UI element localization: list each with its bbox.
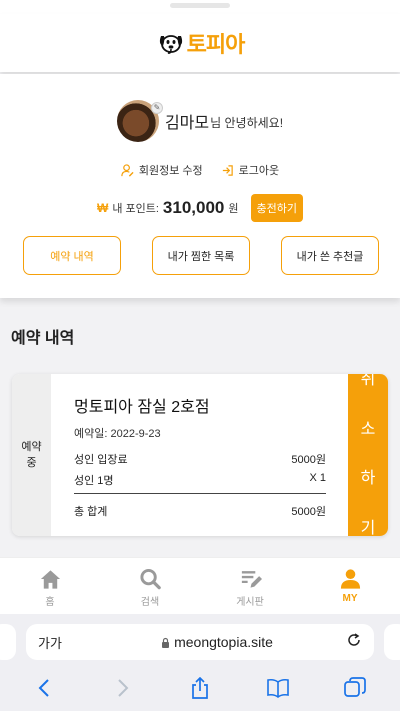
my-tabs: 예약 내역 내가 찜한 목록 내가 쓴 추천글 [23, 236, 379, 275]
logout-link[interactable]: 로그아웃 [221, 162, 279, 178]
bottom-nav: 홈 검색 게시판 MY [0, 557, 400, 614]
text-size-button[interactable]: 가가 [38, 633, 88, 652]
total-value: 5000원 [291, 506, 326, 518]
line-item-value: X 1 [309, 472, 326, 484]
lock-icon [162, 637, 170, 648]
search-icon [139, 568, 161, 590]
dog-logo-icon [159, 35, 182, 54]
edit-profile-link[interactable]: 회원정보 수정 [121, 162, 203, 178]
points-label: 내 포인트: [112, 203, 159, 215]
back-icon[interactable] [34, 677, 56, 699]
nav-label: 홈 [45, 597, 55, 608]
avatar[interactable]: ✎ [116, 100, 163, 142]
greeting-suffix: 님 안녕하세요! [210, 116, 284, 130]
won-icon: ₩ [97, 201, 109, 215]
nav-home[interactable]: 홈 [0, 558, 100, 614]
points-unit: 원 [228, 203, 239, 215]
cancel-reservation-button[interactable]: 취 소 하 기 [348, 374, 388, 536]
cancel-char: 기 [360, 520, 376, 536]
prev-tab-edge[interactable] [0, 624, 16, 660]
reservation-place: 멍토피아 잠실 2호점 [74, 399, 210, 416]
reservation-status: 예약 중 [12, 374, 51, 536]
avatar-edit-icon[interactable]: ✎ [150, 102, 163, 114]
bookmarks-icon[interactable] [266, 677, 289, 699]
nav-board[interactable]: 게시판 [200, 558, 300, 614]
top-pill [170, 3, 230, 8]
browser-address-area: 가가 meongtopia.site [0, 614, 400, 670]
charge-button[interactable]: 충전하기 [250, 194, 303, 222]
reservation-date: 예약일: 2022-9-23 [74, 428, 161, 440]
user-name: 김마모 [164, 115, 210, 132]
status-strip [0, 0, 400, 14]
account-links: 회원정보 수정 로그아웃 [0, 162, 400, 178]
total-row: 총 합계 5000원 [74, 503, 326, 519]
cancel-char: 취 [360, 374, 376, 389]
next-tab-edge[interactable] [384, 624, 400, 660]
address-bar[interactable]: 가가 meongtopia.site [26, 624, 374, 660]
logo[interactable]: 토피아 [156, 27, 245, 59]
tab-favorites[interactable]: 내가 찜한 목록 [152, 236, 250, 275]
total-label: 총 합계 [74, 506, 108, 518]
nav-my[interactable]: MY [300, 558, 400, 614]
section-title: 예약 내역 [11, 330, 75, 347]
line-item-value: 5000원 [291, 454, 326, 466]
profile-card: ✎ 김마모 님 안녕하세요! 회원정보 수정 로그아웃 ₩ 내 포인트: 310… [0, 74, 400, 298]
cancel-char: 하 [360, 470, 376, 488]
reservation-body: 멍토피아 잠실 2호점 예약일: 2022-9-23 성인 입장료 5000원 … [74, 374, 326, 536]
browser-toolbar [0, 670, 400, 711]
home-icon [40, 570, 60, 589]
reload-icon [348, 632, 360, 646]
status-line-1: 예약 [21, 440, 42, 453]
forward-icon[interactable] [111, 677, 133, 699]
divider [74, 493, 326, 494]
line-item: 성인 입장료 5000원 [74, 451, 326, 467]
points-row: ₩ 내 포인트: 310,000 원 충전하기 [0, 194, 400, 222]
status-line-2: 중 [26, 457, 37, 469]
nav-search[interactable]: 검색 [100, 558, 200, 614]
tabs-icon[interactable] [344, 676, 367, 699]
logout-icon [222, 164, 233, 176]
app-header: 토피아 [0, 14, 400, 72]
user-edit-icon [121, 163, 134, 177]
greeting-row: ✎ 김마모 님 안녕하세요! [0, 100, 400, 142]
share-icon[interactable] [189, 676, 211, 699]
edit-profile-label: 회원정보 수정 [138, 165, 203, 177]
logo-text: 토피아 [186, 33, 246, 58]
nav-label: 검색 [140, 597, 160, 608]
nav-label: MY [342, 593, 358, 604]
tab-my-posts[interactable]: 내가 쓴 추천글 [281, 236, 379, 275]
reservation-card: 예약 중 멍토피아 잠실 2호점 예약일: 2022-9-23 성인 입장료 5… [12, 374, 388, 536]
line-item: 성인 1명 X 1 [74, 472, 326, 488]
url-display[interactable]: meongtopia.site [88, 634, 346, 650]
logout-label: 로그아웃 [238, 165, 280, 177]
cancel-char: 소 [360, 420, 376, 438]
url-text: meongtopia.site [174, 634, 273, 650]
reload-button[interactable] [346, 632, 362, 653]
board-icon [241, 571, 262, 588]
nav-label: 게시판 [236, 597, 264, 608]
line-item-name: 성인 입장료 [74, 454, 128, 466]
line-item-name: 성인 1명 [74, 475, 114, 487]
tab-reservations[interactable]: 예약 내역 [23, 236, 121, 275]
user-icon [340, 569, 360, 589]
points-value: 310,000 [162, 198, 225, 217]
